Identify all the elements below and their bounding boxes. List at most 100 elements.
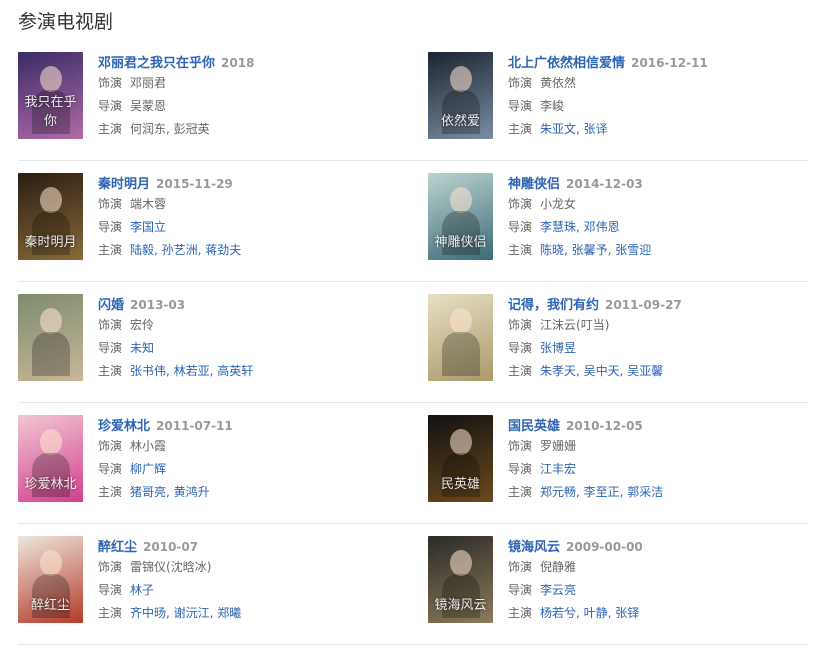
role-value: 林小霞 [130, 439, 167, 453]
cast-value[interactable]: 朱孝天, 吴中天, 吴亚馨 [540, 364, 663, 378]
poster-figure-icon [442, 332, 480, 376]
cast-field: 主演 陆毅, 孙艺洲, 蒋劲夫 [98, 239, 418, 262]
cast-label: 主演 [508, 485, 533, 499]
poster-figure-icon [450, 66, 472, 92]
cast-value[interactable]: 陆毅, 孙艺洲, 蒋劲夫 [130, 243, 241, 257]
drama-title-link[interactable]: 秦时明月 [98, 177, 150, 192]
poster-figure-icon [40, 187, 62, 213]
drama-poster[interactable]: 民英雄 [428, 415, 493, 502]
cast-label: 主演 [508, 122, 533, 136]
cast-value[interactable]: 朱亚文, 张译 [540, 122, 608, 136]
director-label: 导演 [98, 341, 123, 355]
cast-label: 主演 [98, 364, 123, 378]
poster-caption: 镜海风云 [434, 598, 487, 613]
director-value[interactable]: 李云亮 [540, 583, 576, 597]
role-value: 倪静雅 [540, 560, 577, 574]
poster-figure-icon [40, 308, 62, 334]
role-label: 饰演 [508, 197, 533, 211]
role-value: 小龙女 [540, 197, 577, 211]
cast-field: 主演 齐中旸, 谢沅江, 郑曦 [98, 602, 418, 625]
cast-value[interactable]: 杨若兮, 叶静, 张铎 [540, 606, 639, 620]
cast-value[interactable]: 猪哥亮, 黄鸿升 [130, 485, 210, 499]
director-field: 导演 林子 [98, 579, 418, 602]
drama-poster[interactable]: 珍爱林北 [18, 415, 83, 502]
drama-date: 2011-07-11 [156, 419, 233, 433]
drama-poster[interactable]: 镜海风云 [428, 536, 493, 623]
role-label: 饰演 [98, 439, 123, 453]
drama-row: 闪婚 2013-03 饰演 宏伶 导演 未知 主演 张书伟, 林若亚, 高英轩 记得，我们有约 2… [18, 282, 808, 403]
role-field: 饰演 雷锦仪(沈晗冰) [98, 556, 418, 579]
director-field: 导演 吴蒙恩 [98, 95, 418, 118]
role-label: 饰演 [98, 560, 123, 574]
title-line: 秦时明月 2015-11-29 [98, 173, 418, 193]
drama-poster[interactable]: 我只在乎你 [18, 52, 83, 139]
poster-caption: 我只在乎你 [24, 95, 77, 129]
director-value[interactable]: 柳广辉 [130, 462, 166, 476]
cast-field: 主演 陈晓, 张馨予, 张雪迎 [508, 239, 818, 262]
cast-value[interactable]: 齐中旸, 谢沅江, 郑曦 [130, 606, 241, 620]
drama-title-link[interactable]: 醉红尘 [98, 540, 137, 555]
drama-date: 2018 [221, 56, 255, 70]
director-value[interactable]: 李慧珠, 邓伟恩 [540, 220, 620, 234]
drama-poster[interactable]: 醉红尘 [18, 536, 83, 623]
cast-value[interactable]: 郑元畅, 李至正, 郭采洁 [540, 485, 663, 499]
poster-caption: 醉红尘 [30, 598, 70, 613]
drama-date: 2010-07 [143, 540, 199, 554]
director-value[interactable]: 江丰宏 [540, 462, 576, 476]
drama-title-link[interactable]: 闪婚 [98, 298, 124, 313]
drama-info: 闪婚 2013-03 饰演 宏伶 导演 未知 主演 张书伟, 林若亚, 高英轩 [98, 294, 418, 383]
director-value[interactable]: 林子 [130, 583, 154, 597]
cast-label: 主演 [508, 364, 533, 378]
title-line: 醉红尘 2010-07 [98, 536, 418, 556]
role-field: 饰演 小龙女 [508, 193, 818, 216]
drama-title-link[interactable]: 记得，我们有约 [508, 298, 599, 313]
drama-date: 2010-12-05 [566, 419, 643, 433]
drama-title-link[interactable]: 神雕侠侣 [508, 177, 560, 192]
drama-info: 醉红尘 2010-07 饰演 雷锦仪(沈晗冰) 导演 林子 主演 齐中旸, 谢沅江, 郑曦 [98, 536, 418, 625]
director-value: 李峻 [540, 99, 565, 113]
director-label: 导演 [508, 341, 533, 355]
director-field: 导演 李云亮 [508, 579, 818, 602]
drama-poster[interactable]: 依然爱 [428, 52, 493, 139]
drama-date: 2011-09-27 [605, 298, 682, 312]
cast-field: 主演 朱亚文, 张译 [508, 118, 818, 141]
drama-poster[interactable] [428, 294, 493, 381]
drama-title-link[interactable]: 邓丽君之我只在乎你 [98, 56, 215, 71]
poster-figure-icon [40, 66, 62, 92]
director-value: 吴蒙恩 [130, 99, 167, 113]
cast-value[interactable]: 张书伟, 林若亚, 高英轩 [130, 364, 253, 378]
cast-label: 主演 [98, 122, 123, 136]
drama-title-link[interactable]: 国民英雄 [508, 419, 560, 434]
title-line: 神雕侠侣 2014-12-03 [508, 173, 818, 193]
drama-info: 珍爱林北 2011-07-11 饰演 林小霞 导演 柳广辉 主演 猪哥亮, 黄鸿升 [98, 415, 418, 504]
poster-figure-icon [450, 429, 472, 455]
director-value[interactable]: 张博昱 [540, 341, 576, 355]
director-field: 导演 李慧珠, 邓伟恩 [508, 216, 818, 239]
drama-date: 2013-03 [130, 298, 186, 312]
director-value[interactable]: 李国立 [130, 220, 166, 234]
director-value[interactable]: 未知 [130, 341, 154, 355]
role-field: 饰演 邓丽君 [98, 72, 418, 95]
cast-label: 主演 [508, 243, 533, 257]
drama-row: 醉红尘 醉红尘 2010-07 饰演 雷锦仪(沈晗冰) 导演 林子 主演 齐中旸, 谢沅江, 郑… [18, 524, 808, 645]
poster-caption: 珍爱林北 [24, 477, 77, 492]
title-line: 闪婚 2013-03 [98, 294, 418, 314]
director-label: 导演 [98, 462, 123, 476]
drama-title-link[interactable]: 镜海风云 [508, 540, 560, 555]
drama-poster[interactable]: 神雕侠侣 [428, 173, 493, 260]
cast-value[interactable]: 陈晓, 张馨予, 张雪迎 [540, 243, 651, 257]
drama-title-link[interactable]: 北上广依然相信爱情 [508, 56, 625, 71]
director-label: 导演 [508, 583, 533, 597]
cast-value: 何润东, 彭冠英 [130, 122, 210, 136]
role-field: 饰演 江沫云(叮当) [508, 314, 818, 337]
drama-date: 2016-12-11 [631, 56, 708, 70]
role-field: 饰演 林小霞 [98, 435, 418, 458]
role-label: 饰演 [508, 318, 533, 332]
drama-title-link[interactable]: 珍爱林北 [98, 419, 150, 434]
role-value: 罗姗姗 [540, 439, 577, 453]
drama-info: 秦时明月 2015-11-29 饰演 端木蓉 导演 李国立 主演 陆毅, 孙艺洲, 蒋劲夫 [98, 173, 418, 262]
drama-poster[interactable]: 秦时明月 [18, 173, 83, 260]
section-title: 参演电视剧 [18, 11, 114, 33]
drama-poster[interactable] [18, 294, 83, 381]
role-field: 饰演 倪静雅 [508, 556, 818, 579]
